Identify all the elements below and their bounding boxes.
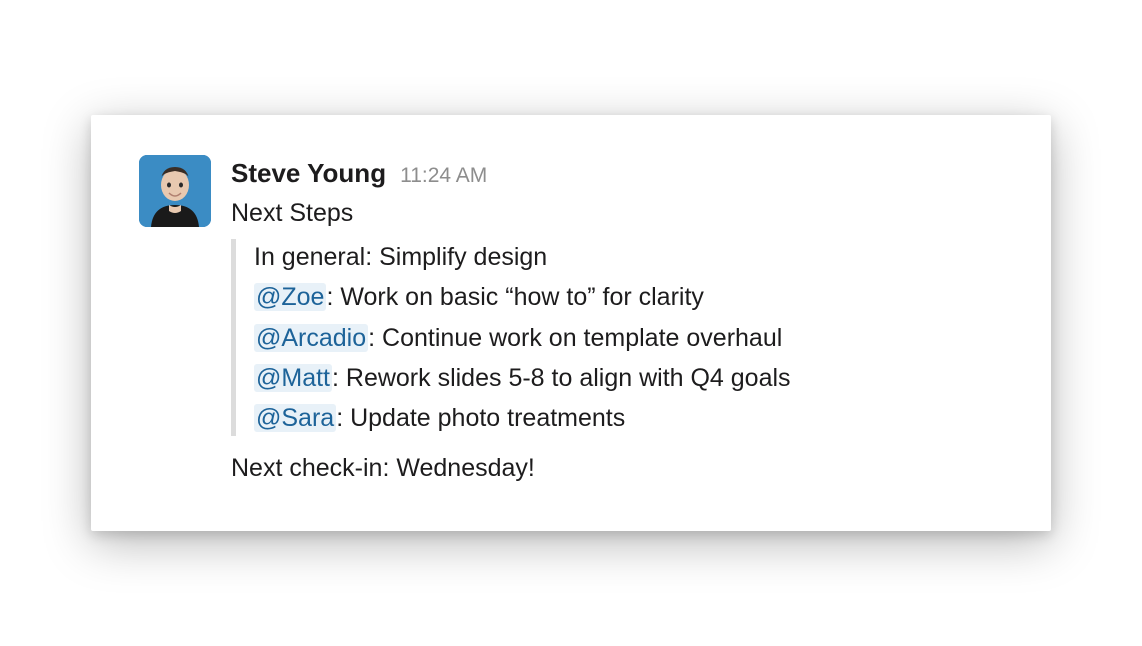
- sender-name[interactable]: Steve Young: [231, 155, 386, 193]
- timestamp[interactable]: 11:24 AM: [400, 161, 487, 191]
- message-card: Steve Young 11:24 AM Next Steps In gener…: [91, 115, 1051, 530]
- quote-item-text: : Rework slides 5-8 to align with Q4 goa…: [332, 364, 791, 392]
- mention-link[interactable]: @Sara: [254, 404, 336, 432]
- mention-link[interactable]: @Arcadio: [254, 324, 368, 352]
- quote-general: In general: Simplify design: [254, 239, 1003, 275]
- message-intro: Next Steps: [231, 195, 1003, 231]
- message-closing: Next check-in: Wednesday!: [231, 450, 1003, 486]
- quote-item: @Matt: Rework slides 5-8 to align with Q…: [254, 360, 1003, 396]
- mention-link[interactable]: @Zoe: [254, 283, 326, 311]
- quote-item-text: : Work on basic “how to” for clarity: [326, 283, 703, 311]
- quote-item-text: : Continue work on template overhaul: [368, 324, 782, 352]
- avatar-image: [139, 155, 211, 227]
- quote-item: @Sara: Update photo treatments: [254, 400, 1003, 436]
- mention-link[interactable]: @Matt: [254, 364, 332, 392]
- avatar[interactable]: [139, 155, 211, 227]
- quote-item-text: : Update photo treatments: [336, 404, 625, 432]
- quote-item: @Arcadio: Continue work on template over…: [254, 320, 1003, 356]
- quote-block: In general: Simplify design @Zoe: Work o…: [231, 239, 1003, 436]
- message-body: Steve Young 11:24 AM Next Steps In gener…: [231, 155, 1003, 486]
- quote-item: @Zoe: Work on basic “how to” for clarity: [254, 279, 1003, 315]
- message-header: Steve Young 11:24 AM: [231, 155, 1003, 193]
